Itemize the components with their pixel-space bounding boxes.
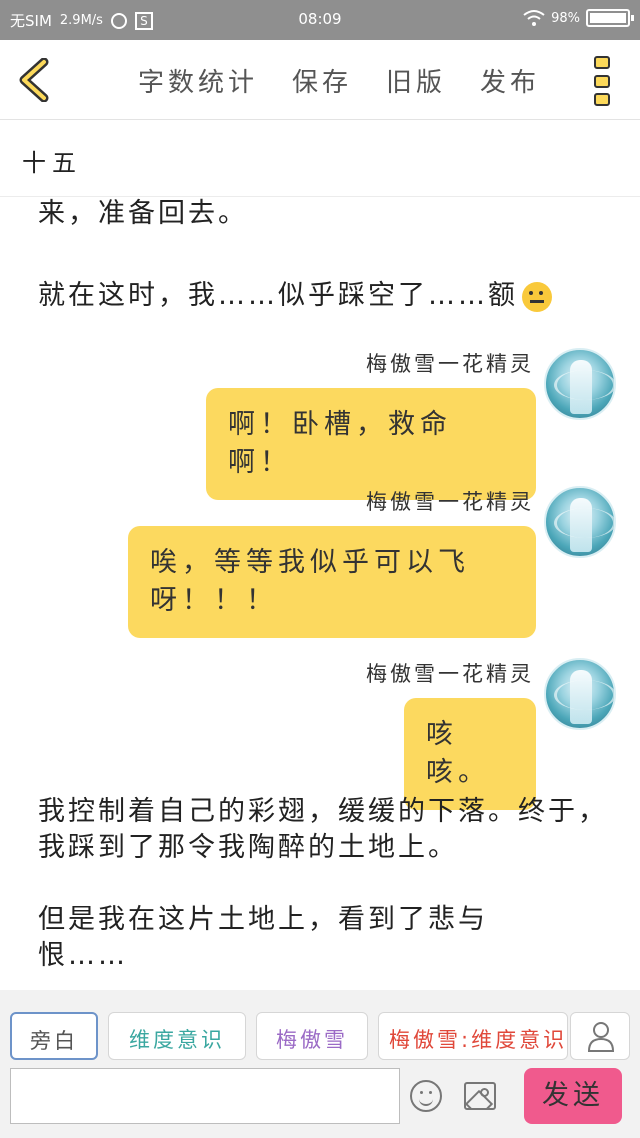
role-tabs: 旁白 维度意识 梅傲雪 梅傲雪:维度意识 bbox=[10, 1012, 568, 1060]
speaker-name: 梅傲雪一花精灵 bbox=[366, 490, 534, 514]
word-count-button[interactable]: 字数统计 bbox=[138, 62, 258, 99]
message-input[interactable] bbox=[10, 1068, 400, 1124]
narration-text: 就在这时，我……似乎踩空了……额 bbox=[38, 280, 518, 311]
chapter-title[interactable]: 十五 bbox=[0, 121, 640, 197]
chat-bubble[interactable]: 唉，等等我似乎可以飞呀！！！ bbox=[128, 526, 536, 638]
speaker-name: 梅傲雪一花精灵 bbox=[366, 662, 534, 686]
editor-toolbar: 字数统计 保存 旧版 发布 bbox=[0, 40, 640, 120]
composer: 旁白 维度意识 梅傲雪 梅傲雪:维度意识 发送 bbox=[0, 990, 640, 1138]
narration-text: 来，准备回去。 bbox=[38, 198, 248, 229]
more-dot bbox=[594, 74, 610, 88]
status-bar: 无SIM 2.9M/s S 08:09 98% bbox=[0, 0, 640, 40]
role-label: 梅傲雪 bbox=[276, 1028, 348, 1052]
role-label: 梅傲雪:维度意识 bbox=[389, 1028, 568, 1052]
role-tab-combined[interactable]: 梅傲雪:维度意识 bbox=[378, 1012, 568, 1060]
publish-button[interactable]: 发布 bbox=[480, 62, 540, 99]
narration-paragraph: 就在这时，我……似乎踩空了……额 bbox=[38, 278, 608, 314]
role-tab-dimension[interactable]: 维度意识 bbox=[108, 1012, 246, 1060]
battery-icon bbox=[586, 9, 634, 27]
narration-paragraph: 我控制着自己的彩翅，缓缓的下落。终于，我踩到了那令我陶醉的土地上。 bbox=[38, 794, 608, 866]
more-menu-icon[interactable] bbox=[594, 56, 614, 106]
narration-partial: 来，准备回去。 bbox=[38, 198, 608, 232]
role-label: 旁白 bbox=[30, 1029, 78, 1053]
add-role-button[interactable] bbox=[570, 1012, 630, 1060]
avatar[interactable] bbox=[544, 658, 616, 730]
narration-paragraph: 但是我在这片土地上，看到了悲与恨…… bbox=[38, 902, 538, 974]
speaker-name: 梅傲雪一花精灵 bbox=[366, 352, 534, 376]
chat-bubble[interactable]: 啊！卧槽，救命啊！ bbox=[206, 388, 536, 500]
old-version-button[interactable]: 旧版 bbox=[386, 62, 446, 99]
role-tab-narrator[interactable]: 旁白 bbox=[10, 1012, 98, 1060]
image-icon[interactable] bbox=[464, 1082, 496, 1110]
story-content[interactable]: 来，准备回去。 就在这时，我……似乎踩空了……额 梅傲雪一花精灵 啊！卧槽，救命… bbox=[0, 198, 640, 990]
wifi-icon bbox=[523, 10, 545, 26]
narration-text: 我控制着自己的彩翅，缓缓的下落。终于，我踩到了那令我陶醉的土地上。 bbox=[38, 796, 608, 863]
avatar[interactable] bbox=[544, 348, 616, 420]
save-button[interactable]: 保存 bbox=[292, 62, 352, 99]
back-arrow-icon[interactable] bbox=[14, 58, 54, 102]
status-right: 98% bbox=[523, 9, 634, 27]
person-icon bbox=[587, 1022, 615, 1052]
role-tab-meiaoxue[interactable]: 梅傲雪 bbox=[256, 1012, 368, 1060]
toolbar-actions: 字数统计 保存 旧版 发布 bbox=[138, 62, 540, 99]
more-dot bbox=[594, 56, 610, 69]
avatar[interactable] bbox=[544, 486, 616, 558]
emoji-icon[interactable] bbox=[410, 1080, 442, 1112]
send-button[interactable]: 发送 bbox=[524, 1068, 622, 1124]
more-dot bbox=[594, 93, 610, 106]
narration-text: 但是我在这片土地上，看到了悲与恨…… bbox=[38, 904, 488, 971]
sweat-emoji-icon bbox=[522, 281, 552, 312]
battery-percent: 98% bbox=[551, 10, 580, 26]
role-label: 维度意识 bbox=[129, 1028, 225, 1052]
